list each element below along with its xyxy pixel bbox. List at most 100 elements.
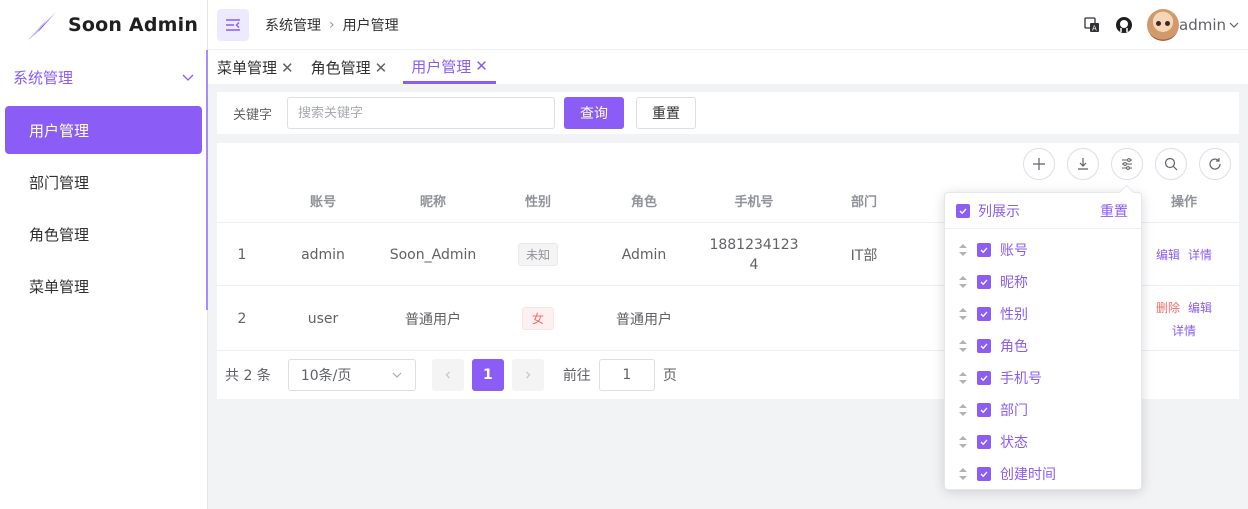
breadcrumb-item[interactable]: 系统管理 (265, 15, 321, 35)
column-option[interactable]: 状态 (945, 426, 1141, 458)
checkbox-checked-icon[interactable] (977, 275, 991, 289)
drag-sort-icon[interactable] (958, 467, 968, 481)
sliders-icon (1122, 158, 1132, 170)
column-option-label: 昵称 (1000, 275, 1028, 291)
column-option[interactable]: 性别 (945, 298, 1141, 330)
column-option[interactable]: 角色 (945, 330, 1141, 362)
column-settings-button[interactable] (1111, 148, 1143, 180)
svg-text:A: A (1092, 25, 1097, 33)
sidebar-item-label: 用户管理 (29, 121, 90, 140)
phone-line: 4 (749, 256, 759, 273)
cell-actions: 编辑 详情 (1144, 223, 1224, 286)
detail-link[interactable]: 详情 (1172, 322, 1196, 339)
drag-sort-icon[interactable] (958, 275, 968, 289)
cell-nickname: Soon_Admin (389, 246, 477, 263)
cell-role: Admin (621, 246, 667, 263)
checkbox-checked-icon[interactable] (977, 339, 991, 353)
delete-link[interactable]: 删除 (1156, 299, 1180, 316)
column-option[interactable]: 手机号 (945, 362, 1141, 394)
drag-sort-icon[interactable] (958, 339, 968, 353)
cell-account: user (307, 310, 339, 327)
checkbox-checked-icon[interactable] (977, 435, 991, 449)
header-actions: A admin (1083, 9, 1240, 41)
sidebar-item-label: 角色管理 (29, 225, 90, 244)
goto-page-input[interactable] (598, 359, 655, 391)
column-header-gender[interactable]: 性别 (498, 183, 578, 223)
refresh-button[interactable] (1199, 148, 1231, 180)
tab-roles[interactable]: 角色管理 ✕ (310, 51, 396, 84)
column-option-label: 角色 (1000, 339, 1028, 355)
sidebar-item-users[interactable]: 用户管理 (5, 106, 202, 154)
tab-label: 菜单管理 (217, 59, 278, 77)
sidebar-item-roles[interactable]: 角色管理 (5, 210, 202, 258)
prev-page-button[interactable] (431, 359, 464, 391)
column-option[interactable]: 创建时间 (945, 458, 1141, 490)
column-option-label: 部门 (1000, 403, 1028, 419)
checkbox-checked-icon[interactable] (977, 403, 991, 417)
chevron-left-icon (445, 371, 450, 379)
chevron-down-icon (392, 372, 402, 378)
column-option[interactable]: 账号 (945, 234, 1141, 266)
cell-role: 普通用户 (616, 311, 672, 328)
search-icon (1164, 157, 1178, 171)
add-button[interactable] (1023, 148, 1055, 180)
avatar[interactable] (1147, 9, 1179, 41)
query-button[interactable]: 查询 (564, 97, 624, 129)
column-header-phone[interactable]: 手机号 (704, 183, 804, 223)
checkbox-checked-icon[interactable] (977, 243, 991, 257)
drag-sort-icon[interactable] (958, 435, 968, 449)
edit-link[interactable]: 编辑 (1156, 246, 1180, 263)
column-option-label: 手机号 (1000, 371, 1042, 387)
checkbox-checked-icon[interactable] (977, 467, 991, 481)
select-all-columns[interactable]: 列展示 (956, 201, 1020, 221)
column-header-nickname[interactable]: 昵称 (383, 183, 483, 223)
column-option[interactable]: 昵称 (945, 266, 1141, 298)
app-title: Soon Admin (68, 14, 199, 36)
popover-header: 列展示 重置 (945, 193, 1141, 229)
checkbox-checked-icon[interactable] (977, 371, 991, 385)
cell-gender: 未知 (498, 223, 578, 286)
sidebar-group-system[interactable]: 系统管理 (0, 50, 207, 104)
top-header: 系统管理 › 用户管理 A admin (208, 0, 1248, 50)
collapse-sidebar-button[interactable] (217, 8, 249, 41)
goto-suffix: 页 (662, 368, 677, 384)
drag-sort-icon[interactable] (958, 307, 968, 321)
user-menu[interactable]: admin (1179, 16, 1240, 34)
page-number[interactable]: 1 (471, 359, 504, 391)
translate-icon[interactable]: A (1083, 16, 1101, 34)
drag-sort-icon[interactable] (958, 403, 968, 417)
checkbox-checked-icon[interactable] (977, 307, 991, 321)
sidebar-item-menus[interactable]: 菜单管理 (5, 262, 202, 310)
edit-link[interactable]: 编辑 (1188, 299, 1212, 316)
column-header-role[interactable]: 角色 (604, 183, 684, 223)
column-header-account[interactable]: 账号 (283, 183, 363, 223)
next-page-button[interactable] (511, 359, 544, 391)
gender-tag: 未知 (517, 243, 558, 266)
close-icon[interactable]: ✕ (281, 59, 294, 77)
column-reset-link[interactable]: 重置 (1100, 201, 1128, 221)
column-header-actions: 操作 (1170, 195, 1197, 210)
checkbox-checked-icon[interactable] (956, 203, 970, 218)
popover-title: 列展示 (978, 203, 1020, 220)
close-icon[interactable]: ✕ (475, 57, 488, 75)
page-size-select[interactable]: 10条/页 (287, 359, 416, 391)
drag-sort-icon[interactable] (958, 371, 968, 385)
reset-button[interactable]: 重置 (636, 97, 696, 129)
cell-account: admin (301, 246, 345, 263)
detail-link[interactable]: 详情 (1188, 246, 1212, 263)
close-icon[interactable]: ✕ (375, 59, 388, 77)
drag-sort-icon[interactable] (958, 243, 968, 257)
column-header-dept[interactable]: 部门 (824, 183, 904, 223)
search-toggle-button[interactable] (1155, 148, 1187, 180)
column-option[interactable]: 部门 (945, 394, 1141, 426)
github-icon[interactable] (1115, 16, 1133, 34)
column-option-label: 性别 (1000, 307, 1028, 323)
tab-menus[interactable]: 菜单管理 ✕ (216, 51, 302, 84)
sidebar-item-departments[interactable]: 部门管理 (5, 158, 202, 206)
chevron-right-icon (525, 371, 531, 379)
keyword-input[interactable] (287, 97, 555, 129)
export-button[interactable] (1067, 148, 1099, 180)
column-list: 账号昵称性别角色手机号部门状态 创建时间 (945, 229, 1141, 490)
tab-users[interactable]: 用户管理 ✕ (403, 51, 496, 84)
tab-label: 用户管理 (411, 57, 472, 76)
